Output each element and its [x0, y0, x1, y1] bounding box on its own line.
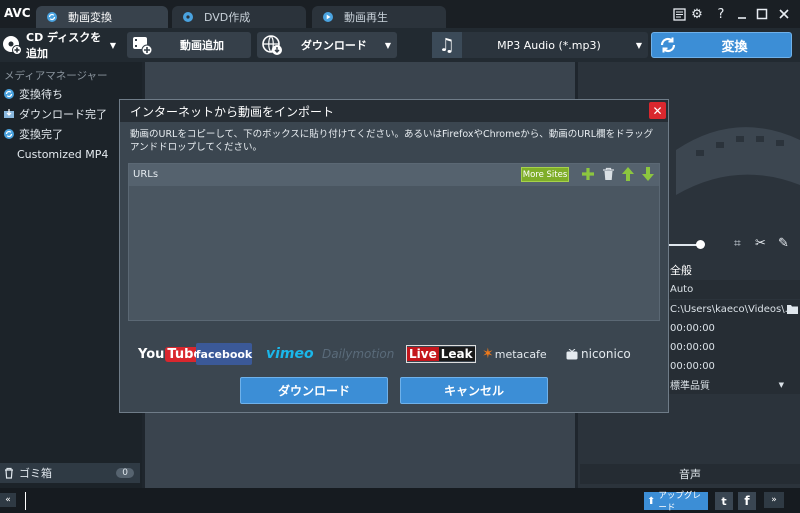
refresh-icon [46, 11, 58, 23]
register-icon[interactable] [670, 5, 688, 23]
upgrade-arrow-icon: ⬆ [647, 495, 656, 507]
facebook-icon[interactable]: f [738, 492, 756, 510]
trash-label: ゴミ箱 [19, 467, 52, 480]
niconico-logo: niconico [566, 343, 631, 365]
sidebar-item-label: Customized MP4 [17, 147, 109, 161]
refresh-icon [3, 88, 15, 100]
delete-trash-icon[interactable] [602, 167, 615, 181]
twitter-icon[interactable]: t [715, 492, 733, 510]
globe-download-icon [261, 34, 283, 56]
output-folder-row[interactable]: C:\Users\kaeco\Videos\... [666, 300, 800, 319]
import-url-dialog: インターネットから動画をインポート ✕ 動画のURLをコピーして、下のボックスに… [119, 99, 669, 413]
tab-convert[interactable]: 動画変換 [36, 6, 168, 28]
settings-row[interactable]: 00:00:00 [666, 319, 800, 338]
audio-section-header[interactable]: 音声 [580, 464, 800, 484]
liveleak-logo-live: Live [407, 347, 439, 361]
dialog-cancel-button[interactable]: キャンセル [400, 377, 548, 404]
liveleak-logo: Live Leak [406, 345, 476, 363]
add-url-plus-icon[interactable] [581, 167, 595, 181]
cut-scissors-icon[interactable]: ✂ [755, 236, 766, 251]
tab-play[interactable]: 動画再生 [312, 6, 446, 28]
tab-label: 動画変換 [68, 11, 112, 24]
trash-count-badge: 0 [116, 468, 134, 478]
trash-icon [3, 467, 15, 479]
crop-icon[interactable]: ⌗ [734, 236, 741, 251]
format-label: MP3 Audio (*.mp3) [497, 38, 601, 52]
dialog-title: インターネットから動画をインポート [130, 104, 335, 119]
dailymotion-logo: Dailymotion [322, 347, 395, 361]
app-name: AVC [4, 6, 31, 20]
urls-label: URLs [133, 169, 159, 180]
metacafe-star-icon: ✶ [482, 346, 494, 362]
close-icon[interactable] [775, 5, 793, 23]
liveleak-logo-leak: Leak [438, 347, 475, 361]
music-note-icon: ♫ [432, 32, 462, 58]
tab-label: 動画再生 [344, 11, 388, 24]
add-video-button[interactable]: 動画追加 [127, 32, 251, 58]
play-icon [322, 11, 334, 23]
sidebar-item-label: 変換待ち [19, 88, 63, 101]
dialog-download-button[interactable]: ダウンロード [240, 377, 388, 404]
tab-label: DVD作成 [204, 11, 251, 24]
settings-row[interactable]: 00:00:00 [666, 338, 800, 357]
add-video-label: 動画追加 [180, 39, 224, 52]
move-up-arrow-icon[interactable] [621, 166, 635, 182]
text-cursor [25, 492, 26, 510]
sidebar-item-label: 変換完了 [19, 128, 63, 141]
sidebar-heading: メディアマネージャー [4, 70, 108, 82]
maximize-icon[interactable] [753, 5, 771, 23]
add-cd-button[interactable]: CD ディスクを追加 ▼ [0, 31, 120, 60]
convert-button[interactable]: 変換 [651, 32, 792, 58]
settings-row[interactable]: Auto [666, 280, 800, 299]
url-list-header: URLs More Sites [129, 164, 659, 186]
dropdown-arrow-icon[interactable]: ▼ [385, 41, 391, 50]
dropdown-arrow-icon: ▼ [635, 40, 642, 50]
facebook-logo: facebook [196, 343, 252, 365]
folder-icon[interactable] [787, 304, 798, 314]
add-cd-label: CD ディスクを追加 [26, 31, 102, 60]
tab-general[interactable]: 全般 [670, 262, 692, 278]
dialog-close-icon[interactable]: ✕ [649, 102, 666, 119]
trash-item[interactable]: ゴミ箱 0 [0, 463, 140, 483]
vimeo-logo: vimeo [266, 346, 314, 362]
dropdown-arrow-icon: ▼ [778, 380, 784, 389]
convert-refresh-icon [658, 35, 678, 55]
dropdown-arrow-icon[interactable]: ▼ [110, 41, 116, 50]
sidebar-item-label: ダウンロード完了 [19, 108, 107, 121]
upgrade-button[interactable]: ⬆ アップグレード [644, 491, 708, 513]
effects-wand-icon[interactable]: ✎ [778, 236, 789, 251]
format-selector[interactable]: ♫ MP3 Audio (*.mp3) ▼ [432, 32, 648, 58]
help-icon[interactable]: ? [712, 5, 730, 23]
dialog-description: 動画のURLをコピーして、下のボックスに貼り付けてください。あるいはFirefo… [130, 129, 654, 153]
download-icon [3, 108, 15, 120]
youtube-logo: You Tube [138, 343, 205, 365]
expand-right-button[interactable]: » [764, 492, 784, 508]
quality-value: 標準品質 [670, 381, 710, 392]
refresh-icon [3, 128, 15, 140]
cd-add-icon [2, 35, 22, 55]
url-list-box[interactable]: URLs More Sites [128, 163, 660, 321]
niconico-tv-icon [566, 348, 578, 360]
tab-dvd[interactable]: DVD作成 [172, 6, 306, 28]
youtube-logo-you: You [138, 346, 165, 362]
preview-film-icon [666, 110, 800, 220]
disc-icon [182, 11, 194, 23]
output-folder-path: C:\Users\kaeco\Videos\... [670, 304, 795, 315]
audio-label: 音声 [679, 468, 701, 481]
minimize-icon[interactable] [733, 5, 751, 23]
metacafe-logo: ✶ metacafe [482, 346, 547, 362]
quality-select[interactable]: 標準品質 ▼ [666, 375, 800, 394]
more-sites-button[interactable]: More Sites [521, 167, 569, 182]
settings-row[interactable]: 00:00:00 [666, 357, 800, 376]
settings-gear-icon[interactable]: ⚙ [688, 5, 706, 23]
dialog-titlebar: インターネットから動画をインポート [120, 100, 668, 122]
upgrade-label: アップグレード [658, 491, 701, 513]
film-add-icon [131, 34, 153, 56]
convert-label: 変換 [721, 39, 748, 55]
move-down-arrow-icon[interactable] [641, 166, 655, 182]
download-label: ダウンロード [300, 39, 367, 52]
download-button[interactable]: ダウンロード ▼ [257, 32, 397, 58]
collapse-left-button[interactable]: « [0, 493, 16, 507]
